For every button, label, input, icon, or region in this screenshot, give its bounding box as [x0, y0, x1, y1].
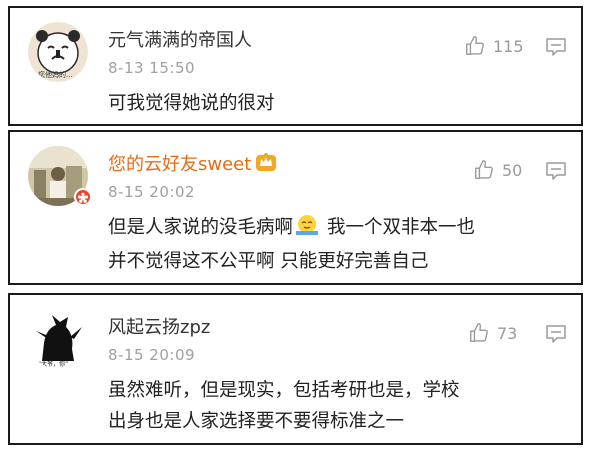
- comment-card: 您的云好友sweet 8-15 20:02 50 但是人家说的没毛病啊 我一个双…: [8, 130, 583, 285]
- comment-line: 但是人家说的没毛病啊 我一个双非本一也: [108, 212, 573, 246]
- comment-text: 可我觉得她说的很对: [108, 88, 573, 119]
- comment-line: 并不觉得这不公平啊 只能更好完善自己: [108, 251, 429, 272]
- comment-time: 8-15 20:02: [108, 183, 196, 201]
- emoji-icon: [295, 214, 319, 246]
- comment-text-part: 我一个双非本一也: [327, 217, 476, 238]
- avatar[interactable]: 您他妈的...: [28, 22, 88, 82]
- reply-button[interactable]: [545, 37, 567, 61]
- comment-text: 但是人家说的没毛病啊 我一个双非本一也 并不觉得这不公平啊 只能更好完善自己: [108, 212, 573, 277]
- comment-line: 出身也是人家选择要不要得标准之一: [108, 411, 405, 432]
- reply-button[interactable]: [545, 324, 567, 348]
- like-count: 115: [493, 36, 524, 56]
- crown-icon: [255, 152, 277, 177]
- reply-comment-icon: [546, 325, 566, 343]
- username[interactable]: 元气满满的帝国人: [108, 26, 252, 52]
- username-text: 您的云好友sweet: [108, 154, 252, 175]
- avatar-caption: “大爷，你”: [38, 361, 69, 368]
- comment-card: 您他妈的... 元气满满的帝国人 8-13 15:50 115 可我觉得她说的很…: [8, 6, 583, 126]
- comment-card: “大爷，你” 风起云扬zpz 8-15 20:09 73 虽然难听，但是现实，包…: [8, 293, 583, 445]
- comment-text-part: 但是人家说的没毛病啊: [108, 217, 294, 238]
- like-button[interactable]: 73: [468, 321, 517, 345]
- comment-line: 可我觉得她说的很对: [108, 93, 275, 114]
- avatar-caption: 您他妈的...: [38, 71, 73, 79]
- reply-comment-icon: [546, 38, 566, 56]
- username[interactable]: 风起云扬zpz: [108, 313, 210, 339]
- like-count: 50: [502, 160, 523, 180]
- flower-icon: [77, 192, 89, 203]
- comment-time: 8-13 15:50: [108, 59, 196, 77]
- comment-time: 8-15 20:09: [108, 346, 196, 364]
- like-button[interactable]: 50: [473, 158, 522, 182]
- reply-button[interactable]: [545, 161, 567, 185]
- avatar[interactable]: “大爷，你”: [28, 309, 88, 369]
- thumbs-up-icon: [470, 323, 488, 342]
- thumbs-up-icon: [466, 36, 484, 55]
- comment-line: 虽然难听，但是现实，包括考研也是，学校: [108, 380, 460, 401]
- comment-text: 虽然难听，但是现实，包括考研也是，学校 出身也是人家选择要不要得标准之一: [108, 375, 573, 437]
- thumbs-up-icon: [475, 160, 493, 179]
- reply-comment-icon: [546, 162, 566, 180]
- username[interactable]: 您的云好友sweet: [108, 150, 277, 177]
- like-button[interactable]: 115: [464, 34, 524, 58]
- verified-badge: [74, 188, 92, 206]
- like-count: 73: [497, 323, 518, 343]
